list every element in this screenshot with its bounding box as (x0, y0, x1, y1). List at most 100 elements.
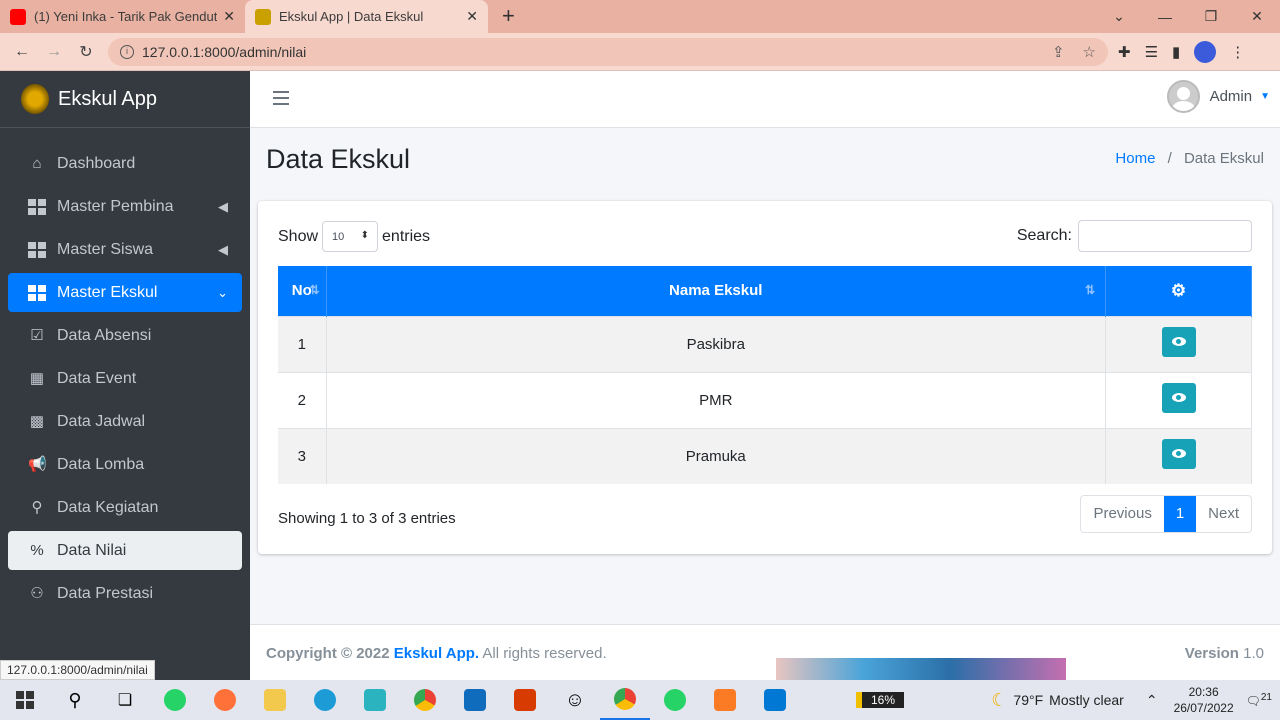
tab-search-icon[interactable]: ⌄ (1096, 8, 1142, 25)
address-bar-row: ← → ↻ i 127.0.0.1:8000/admin/nilai ⇪ ☆ ✚… (0, 33, 1280, 71)
sidebar-item-label: Data Jadwal (57, 412, 146, 430)
search-icon[interactable]: ⚲ (50, 680, 100, 720)
system-tray: ☾ 79°F Mostly clear ⌃ 20:36 26/07/2022 🗨… (991, 680, 1280, 720)
vscode-icon[interactable] (750, 680, 800, 720)
weather-desc[interactable]: Mostly clear (1049, 692, 1124, 708)
entries-length-select[interactable]: 10 (322, 221, 379, 252)
chevron-down-icon: ⌄ (217, 284, 228, 300)
office-icon[interactable] (500, 680, 550, 720)
edge-icon[interactable] (300, 680, 350, 720)
sidebar-item-data-nilai[interactable]: % Data Nilai (8, 531, 242, 570)
app-link[interactable]: Ekskul App. (394, 645, 479, 662)
window-controls: ⌄ — ❐ ✕ (1096, 0, 1280, 33)
back-button[interactable]: ← (6, 43, 38, 61)
chevron-left-icon: ◀ (218, 198, 228, 214)
bookmark-star-icon[interactable]: ☆ (1083, 43, 1096, 61)
next-page-button[interactable]: Next (1196, 496, 1251, 532)
sidebar-item-data-lomba[interactable]: 📢 Data Lomba (8, 445, 242, 484)
firefox-icon[interactable] (200, 680, 250, 720)
sidebar-item-master-pembina[interactable]: Master Pembina ◀ (8, 187, 242, 226)
brand-link[interactable]: Ekskul App (0, 71, 250, 128)
rights-text: All rights reserved. (482, 645, 607, 662)
file-explorer-icon[interactable] (250, 680, 300, 720)
tab-title: Ekskul App | Data Ekskul (279, 9, 424, 24)
sidebar-item-data-kegiatan[interactable]: ⚲ Data Kegiatan (8, 488, 242, 527)
copyright: Copyright © 2022 Ekskul App. All rights … (266, 645, 607, 662)
sidebar-item-data-event[interactable]: ▦ Data Event (8, 359, 242, 398)
breadcrumb-separator: / (1167, 150, 1172, 167)
hamburger-menu-icon[interactable] (273, 91, 289, 109)
forward-button[interactable]: → (38, 43, 70, 61)
start-button[interactable] (0, 680, 50, 720)
sidebar-item-master-siswa[interactable]: Master Siswa ◀ (8, 230, 242, 269)
sidebar-item-data-prestasi[interactable]: ⚇ Data Prestasi (8, 574, 242, 613)
clock-time: 20:36 (1188, 685, 1219, 699)
view-button[interactable] (1161, 439, 1196, 470)
whatsapp-desktop-icon[interactable] (650, 680, 700, 720)
close-icon[interactable]: ✕ (223, 8, 235, 25)
view-button[interactable] (1161, 327, 1196, 357)
view-button[interactable] (1161, 383, 1196, 413)
emoji-icon[interactable]: ☺ (550, 680, 600, 720)
page-title: Data Ekskul (266, 144, 411, 174)
mail-icon[interactable] (450, 680, 500, 720)
top-navbar: Admin ▼ (250, 71, 1280, 128)
sidebar-item-label: Data Event (57, 369, 137, 387)
l-app-icon[interactable] (350, 680, 400, 720)
length-control: Show 10 entries (278, 221, 430, 252)
sidebar-item-master-ekskul[interactable]: Master Ekskul ⌄ (8, 273, 242, 312)
sidebar-item-label: Data Prestasi (57, 584, 154, 602)
gear-icon: ⚙ (1170, 280, 1187, 300)
site-info-icon[interactable]: i (120, 45, 134, 59)
column-header-no[interactable]: No ⇅ (278, 266, 327, 316)
windows-taskbar: ⚲ ❏ ☺ 16% ☾ 79°F Mostly clear ⌃ 20:36 26… (0, 680, 1280, 720)
xampp-icon[interactable] (700, 680, 750, 720)
minimize-button[interactable]: — (1142, 9, 1188, 25)
battery-indicator[interactable]: 16% (856, 692, 904, 708)
column-header-nama-ekskul[interactable]: Nama Ekskul ⇅ (326, 266, 1106, 316)
extensions-puzzle-icon[interactable]: ✚ (1118, 43, 1131, 61)
browser-tab-ekskul[interactable]: Ekskul App | Data Ekskul ✕ (245, 0, 488, 33)
grid-icon (28, 241, 46, 258)
clock[interactable]: 20:36 26/07/2022 (1174, 684, 1234, 716)
page-1-button[interactable]: 1 (1163, 496, 1197, 532)
browser-tab-youtube[interactable]: (1) Yeni Inka - Tarik Pak Gendut || ✕ (0, 0, 245, 33)
share-icon[interactable]: ⇪ (1052, 43, 1065, 61)
menu-dots-icon[interactable]: ⋮ (1230, 43, 1245, 61)
restore-button[interactable]: ❐ (1188, 8, 1234, 25)
sidebar-item-label: Data Absensi (57, 326, 152, 344)
chrome-icon[interactable] (400, 680, 450, 720)
sidebar: Ekskul App ⌂ Dashboard Master Pembina ◀ … (0, 71, 250, 680)
previous-page-button[interactable]: Previous (1081, 496, 1163, 532)
breadcrumb: Home / Data Ekskul (1115, 150, 1264, 167)
sidebar-item-data-jadwal[interactable]: ▩ Data Jadwal (8, 402, 242, 441)
side-panel-icon[interactable]: ▮ (1172, 43, 1180, 61)
profile-avatar[interactable] (1194, 41, 1217, 63)
media-queue-icon[interactable]: ☰ (1145, 43, 1158, 61)
sidebar-item-label: Master Pembina (57, 197, 174, 215)
reload-button[interactable]: ↻ (70, 42, 102, 62)
bullhorn-icon: 📢 (28, 455, 47, 473)
weather-temp[interactable]: 79°F (1013, 692, 1043, 708)
app-logo-icon (255, 8, 271, 25)
breadcrumb-home-link[interactable]: Home (1115, 150, 1155, 167)
user-menu[interactable]: Admin ▼ (1166, 80, 1270, 113)
close-icon[interactable]: ✕ (466, 8, 478, 25)
sidebar-item-data-absensi[interactable]: ☑ Data Absensi (8, 316, 242, 355)
chevron-left-icon: ◀ (218, 241, 228, 257)
task-view-icon[interactable]: ❏ (100, 680, 150, 720)
chevron-up-icon[interactable]: ⌃ (1146, 692, 1158, 709)
version-number: 1.0 (1243, 645, 1264, 662)
ekskul-table: No ⇅ Nama Ekskul ⇅ ⚙ 1 Paskibra 2 PMR 3 Pr… (278, 266, 1252, 484)
sidebar-item-dashboard[interactable]: ⌂ Dashboard (8, 144, 242, 183)
close-window-button[interactable]: ✕ (1234, 8, 1280, 25)
search-input[interactable] (1078, 220, 1252, 252)
chrome-active-icon[interactable] (600, 680, 650, 720)
url-input[interactable]: i 127.0.0.1:8000/admin/nilai ⇪ ☆ (108, 38, 1108, 66)
sidebar-item-label: Data Kegiatan (57, 498, 159, 516)
whatsapp-icon[interactable] (150, 680, 200, 720)
notification-count: 21 (1260, 692, 1272, 703)
user-avatar (1166, 80, 1200, 113)
new-tab-button[interactable]: + (502, 3, 515, 29)
notification-icon[interactable]: 🗨21 (1246, 692, 1272, 708)
